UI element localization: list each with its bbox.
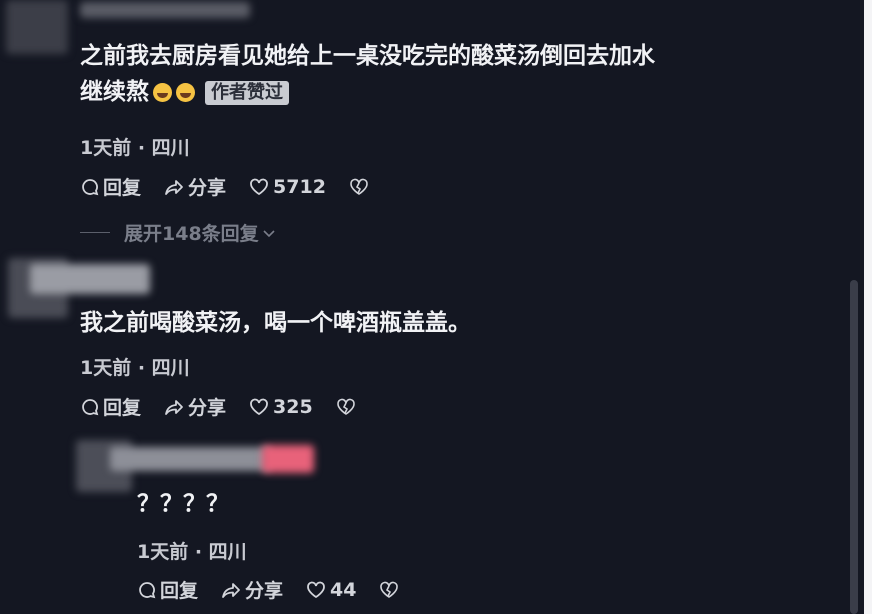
laugh-cry-emoji-icon <box>176 83 195 102</box>
broken-heart-icon <box>350 178 368 195</box>
broken-heart-icon <box>380 581 399 598</box>
reply-label: 回复 <box>160 580 199 602</box>
username-blurred[interactable] <box>110 447 270 471</box>
comment-line: 继续熬 作者赞过 <box>80 74 840 110</box>
dislike-button[interactable] <box>348 177 373 197</box>
dislike-button[interactable] <box>335 397 360 417</box>
scrollbar[interactable] <box>850 280 858 614</box>
author-liked-badge: 作者赞过 <box>205 80 289 105</box>
comment-meta: 1天前 · 四川 <box>137 541 247 563</box>
reply-button[interactable]: 回复 <box>80 173 141 200</box>
like-count: 325 <box>273 395 313 418</box>
window-edge <box>864 0 872 614</box>
avatar[interactable] <box>6 0 68 54</box>
share-button[interactable]: 分享 <box>163 173 226 200</box>
chevron-down-icon <box>263 229 275 237</box>
reply-button[interactable]: 回复 <box>80 393 141 420</box>
username-tag-blurred <box>262 445 314 473</box>
reply-icon <box>139 581 156 598</box>
comment-actions: 回复 分享 5712 <box>80 173 395 200</box>
share-label: 分享 <box>245 580 284 602</box>
heart-icon <box>250 398 268 415</box>
share-icon <box>222 582 240 598</box>
heart-icon <box>307 581 325 598</box>
reply-icon <box>82 398 99 415</box>
username-blurred[interactable] <box>30 264 150 294</box>
like-button[interactable]: 325 <box>248 396 313 418</box>
comment-actions: 回复 分享 325 <box>80 393 382 420</box>
share-label: 分享 <box>188 177 227 199</box>
share-icon <box>165 399 183 415</box>
comment-actions: 回复 分享 44 <box>137 576 425 603</box>
share-button[interactable]: 分享 <box>163 393 226 420</box>
reply-label: 回复 <box>103 397 142 419</box>
comment-line: 之前我去厨房看见她给上一桌没吃完的酸菜汤倒回去加水 <box>80 43 655 69</box>
reply-label: 回复 <box>103 177 142 199</box>
expand-label: 展开148条回复 <box>124 223 259 245</box>
comment-text: ？？？？ <box>137 491 229 517</box>
dislike-button[interactable] <box>378 580 403 600</box>
like-count: 5712 <box>273 175 326 198</box>
divider-line <box>80 232 110 233</box>
like-button[interactable]: 5712 <box>248 176 326 198</box>
comment-text: 我之前喝酸菜汤，喝一个啤酒瓶盖盖。 <box>80 310 471 336</box>
comment-text: 之前我去厨房看见她给上一桌没吃完的酸菜汤倒回去加水 继续熬 作者赞过 <box>80 38 840 110</box>
like-count: 44 <box>330 578 357 601</box>
comment-meta: 1天前 · 四川 <box>80 137 190 159</box>
heart-icon <box>250 178 268 195</box>
username-blurred[interactable] <box>80 2 250 18</box>
expand-replies-link[interactable]: 展开148条回复 <box>80 219 277 246</box>
share-button[interactable]: 分享 <box>220 576 283 603</box>
share-label: 分享 <box>188 397 227 419</box>
reply-button[interactable]: 回复 <box>137 576 198 603</box>
laugh-cry-emoji-icon <box>153 83 172 102</box>
reply-icon <box>82 178 99 195</box>
comment-meta: 1天前 · 四川 <box>80 357 190 379</box>
share-icon <box>165 179 183 195</box>
broken-heart-icon <box>336 398 355 415</box>
like-button[interactable]: 44 <box>305 579 356 601</box>
